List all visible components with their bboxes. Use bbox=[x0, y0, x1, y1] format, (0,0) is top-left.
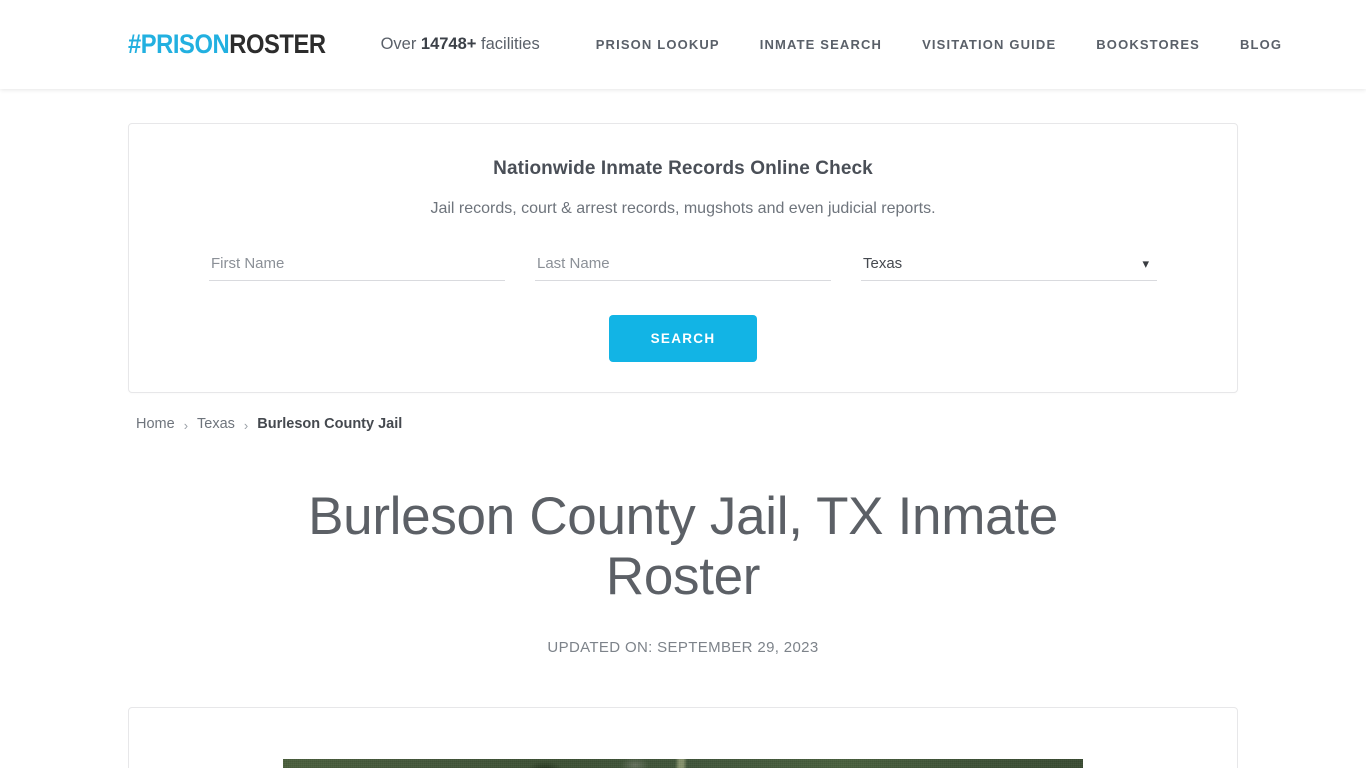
breadcrumb-separator-icon: › bbox=[183, 417, 189, 433]
page-title: Burleson County Jail, TX Inmate Roster bbox=[308, 487, 1058, 606]
last-name-input[interactable] bbox=[535, 251, 831, 281]
nav-item-visitation-guide[interactable]: VISITATION GUIDE bbox=[902, 37, 1076, 52]
breadcrumb-item-texas[interactable]: Texas bbox=[197, 416, 235, 432]
breadcrumb: Home › Texas › Burleson County Jail bbox=[128, 416, 1238, 433]
logo-hash-text: #PRISON bbox=[128, 29, 230, 59]
facility-content-card bbox=[128, 706, 1238, 768]
search-submit-button[interactable]: SEARCH bbox=[608, 315, 758, 362]
state-select-wrap: Texas ▾ bbox=[861, 251, 1157, 281]
facility-map-container[interactable] bbox=[283, 758, 1083, 768]
search-button-row: SEARCH bbox=[159, 315, 1207, 362]
first-name-field-wrap bbox=[209, 251, 505, 281]
search-card-subtitle: Jail records, court & arrest records, mu… bbox=[430, 200, 936, 217]
nav-item-bookstores[interactable]: BOOKSTORES bbox=[1076, 37, 1220, 52]
site-header: #PRISONROSTER Over 14748+ facilities PRI… bbox=[0, 0, 1366, 89]
header-inner: #PRISONROSTER Over 14748+ facilities PRI… bbox=[128, 31, 1281, 58]
breadcrumb-item-current: Burleson County Jail bbox=[257, 416, 403, 432]
main-navigation: PRISON LOOKUP INMATE SEARCH VISITATION G… bbox=[576, 37, 1282, 52]
facilities-suffix: facilities bbox=[476, 35, 540, 53]
facilities-count: Over 14748+ facilities bbox=[381, 35, 540, 54]
facility-satellite-map-image[interactable] bbox=[283, 758, 1083, 768]
facilities-number: 14748+ bbox=[420, 35, 477, 53]
breadcrumb-separator-icon: › bbox=[243, 417, 249, 433]
page-container: Nationwide Inmate Records Online Check J… bbox=[128, 123, 1238, 768]
state-select[interactable]: Texas bbox=[861, 251, 1157, 281]
inmate-search-card: Nationwide Inmate Records Online Check J… bbox=[128, 123, 1238, 393]
search-card-title: Nationwide Inmate Records Online Check bbox=[493, 158, 873, 179]
nav-item-inmate-search[interactable]: INMATE SEARCH bbox=[740, 37, 902, 52]
updated-on-label: UPDATED ON: SEPTEMBER 29, 2023 bbox=[547, 638, 819, 656]
search-fields-row: Texas ▾ bbox=[159, 251, 1207, 281]
nav-item-blog[interactable]: BLOG bbox=[1220, 37, 1282, 52]
nav-item-prison-lookup[interactable]: PRISON LOOKUP bbox=[576, 37, 740, 52]
breadcrumb-item-home[interactable]: Home bbox=[136, 416, 175, 432]
first-name-input[interactable] bbox=[209, 251, 505, 281]
facilities-prefix: Over bbox=[380, 35, 421, 53]
last-name-field-wrap bbox=[535, 251, 831, 281]
logo-roster-text: ROSTER bbox=[229, 29, 326, 59]
site-logo[interactable]: #PRISONROSTER bbox=[128, 31, 326, 58]
